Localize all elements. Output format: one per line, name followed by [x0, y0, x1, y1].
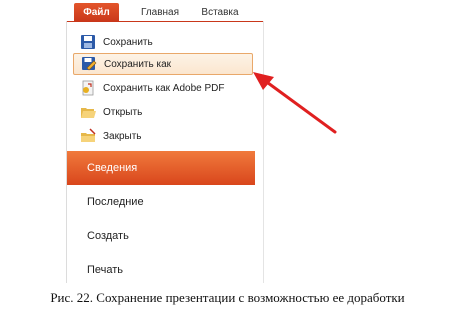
figure-caption: Рис. 22. Сохранение презентации с возмож…: [50, 290, 405, 305]
annotation-arrow: [253, 72, 337, 134]
